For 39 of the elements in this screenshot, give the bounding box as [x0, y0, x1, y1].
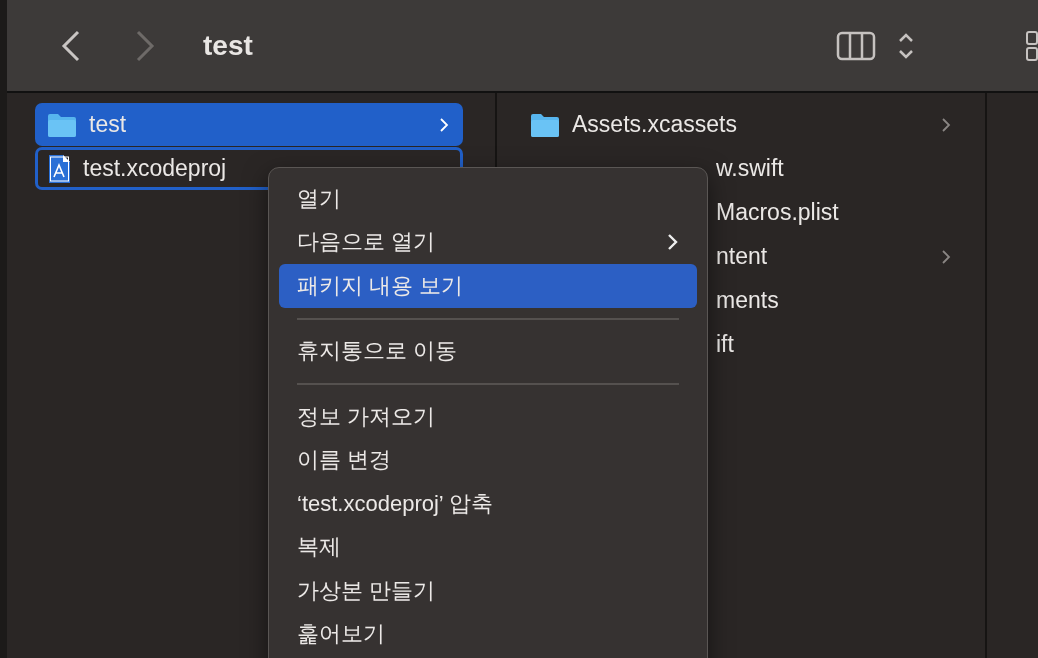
menu-item[interactable]: ‘test.xcodeproj’ 압축 [279, 482, 697, 526]
window-title: test [203, 29, 253, 62]
menu-item-label: 정보 가져오기 [297, 402, 437, 431]
menu-item-label: 훑어보기 [297, 620, 386, 649]
menu-item[interactable]: 정보 가져오기 [279, 395, 697, 439]
menu-item-label: 패키지 내용 보기 [297, 271, 465, 300]
folder-icon [530, 111, 560, 138]
file-name: test.xcodeproj [83, 155, 228, 182]
chevron-right-icon [439, 116, 449, 133]
folder-icon [47, 111, 77, 138]
menu-item-label: 이름 변경 [297, 446, 393, 475]
menu-item[interactable]: 가상본 만들기 [279, 569, 697, 613]
chevron-left-icon [61, 29, 81, 62]
menu-item-label: 복제 [297, 533, 342, 562]
menu-item[interactable]: 훑어보기 [279, 612, 697, 656]
menu-item[interactable]: 패키지 내용 보기 [279, 264, 697, 308]
menu-item-label: 가상본 만들기 [297, 576, 437, 605]
chevron-right-icon [941, 116, 951, 133]
file-name: Macros.plist [716, 199, 840, 226]
column-view-icon[interactable] [836, 29, 876, 62]
file-name: ntent [716, 243, 769, 270]
file-row[interactable]: Assets.xcassets [518, 103, 965, 146]
menu-item-label: 휴지통으로 이동 [297, 337, 459, 366]
file-name: test [89, 111, 128, 138]
menu-item[interactable]: 이름 변경 [279, 438, 697, 482]
file-name: Assets.xcassets [572, 111, 738, 138]
grid-view-icon[interactable] [1026, 29, 1038, 62]
menu-item[interactable]: 복제 [279, 525, 697, 569]
chevron-right-icon [941, 248, 951, 265]
file-name: ift [716, 331, 735, 358]
file-name: ments [716, 287, 780, 314]
menu-item-label: ‘test.xcodeproj’ 압축 [297, 489, 495, 518]
project-file-icon [47, 153, 71, 184]
menu-item[interactable]: 휴지통으로 이동 [279, 329, 697, 373]
file-row[interactable]: test [35, 103, 463, 146]
chevron-right-icon [135, 29, 155, 62]
menu-item-label: 다음으로 열기 [297, 228, 437, 257]
file-name: w.swift [716, 155, 785, 182]
chevron-right-icon [667, 233, 679, 252]
